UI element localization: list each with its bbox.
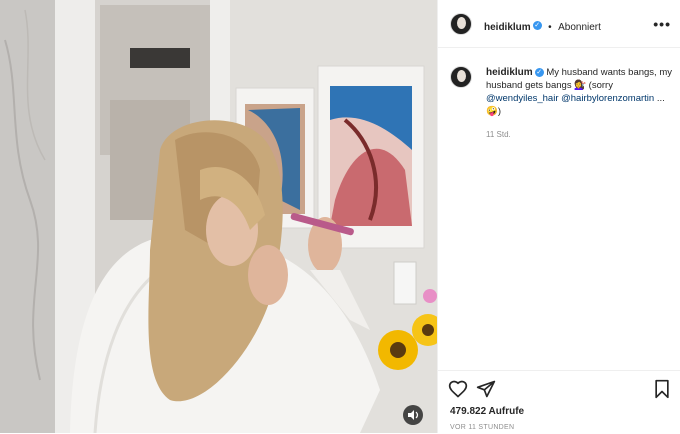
post-video[interactable] <box>0 0 437 433</box>
mention-link[interactable]: @wendyiles_hair <box>486 93 558 104</box>
header-user-line: heidiklum ✓ • Abonniert <box>484 17 601 35</box>
action-bar: 479.822 Aufrufe VOR 11 STUNDEN <box>438 370 680 434</box>
separator-dot: • <box>548 22 552 33</box>
caption-username[interactable]: heidiklum <box>486 67 533 78</box>
share-icon <box>476 380 496 398</box>
caption-avatar[interactable] <box>450 66 472 88</box>
mention-link[interactable]: @hairbylorenzomartin <box>561 93 654 104</box>
more-options-icon[interactable]: ••• <box>653 16 671 32</box>
post-header: heidiklum ✓ • Abonniert ••• <box>438 0 680 48</box>
video-frame <box>0 0 437 433</box>
avatar[interactable] <box>450 13 472 35</box>
verified-badge-icon: ✓ <box>532 21 542 31</box>
verified-badge-icon: ✓ <box>534 67 544 77</box>
share-button[interactable] <box>476 379 496 399</box>
follow-status-button[interactable]: Abonniert <box>558 22 601 33</box>
post-sidebar: heidiklum ✓ • Abonniert ••• heidiklum ✓ My… <box>437 0 680 433</box>
speaker-icon <box>408 410 419 420</box>
header-username[interactable]: heidiklum <box>484 22 531 33</box>
save-button[interactable] <box>652 379 672 399</box>
post-caption: heidiklum ✓ My husband wants bangs, my hu… <box>486 66 672 118</box>
post-date: VOR 11 STUNDEN <box>450 424 515 431</box>
mute-button[interactable] <box>403 405 423 425</box>
heart-icon <box>448 380 468 398</box>
view-count[interactable]: 479.822 Aufrufe <box>450 406 524 417</box>
caption-time: 11 Std. <box>486 130 511 139</box>
bookmark-icon <box>655 379 669 399</box>
like-button[interactable] <box>448 379 468 399</box>
